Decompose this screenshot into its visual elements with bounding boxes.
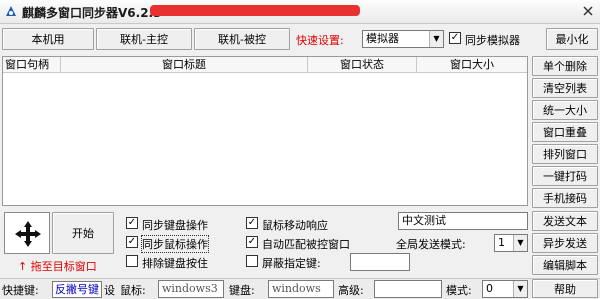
mouse-label: 鼠标: xyxy=(120,284,146,297)
keyboard-mode-field[interactable]: windows xyxy=(268,280,334,298)
sync-keyboard-checkbox[interactable]: ✓ xyxy=(126,217,138,229)
exclude-keys-label: 排除键盘按住 xyxy=(142,257,208,270)
column-header-handle[interactable]: 窗口句柄 xyxy=(3,57,61,73)
mode-select[interactable]: 模拟器 ▼ xyxy=(362,30,444,48)
tab-local[interactable]: 本机用 xyxy=(2,28,94,50)
mouse-move-checkbox[interactable]: ✓ xyxy=(246,217,258,229)
chevron-down-icon[interactable]: ▼ xyxy=(513,281,527,297)
window-title: 麒麟多窗口同步器V6.2.3- xyxy=(22,6,167,20)
one-click-captcha-button[interactable]: 一键打码 xyxy=(532,166,598,186)
mode-label: 模式: xyxy=(446,284,472,297)
tab-slave[interactable]: 联机-被控 xyxy=(194,28,290,50)
help-button[interactable]: 帮助 xyxy=(532,279,598,298)
sync-emulator-checkbox[interactable]: ✓ xyxy=(449,32,461,44)
start-button[interactable]: 开始 xyxy=(52,212,114,254)
drag-hint: ↑ 拖至目标窗口 xyxy=(18,260,97,273)
redacted-title-text xyxy=(150,5,360,16)
send-text-button[interactable]: 发送文本 xyxy=(532,211,598,231)
mode-select-value: 模拟器 xyxy=(366,32,399,45)
chevron-down-icon[interactable]: ▼ xyxy=(513,235,527,251)
hotkey-label: 快捷键: xyxy=(2,284,39,297)
tab-master[interactable]: 联机-主控 xyxy=(96,28,192,50)
advanced-label: 高级: xyxy=(338,284,364,297)
keyboard-mode-value: windows xyxy=(272,282,321,295)
sync-mouse-checkbox[interactable]: ✓ xyxy=(126,236,138,248)
title-bar: 麒麟多窗口同步器V6.2.3- xyxy=(0,0,600,24)
hotkey-set-label[interactable]: 设 xyxy=(104,282,115,298)
auto-match-label: 自动匹配被控窗口 xyxy=(262,238,350,251)
unify-size-button[interactable]: 统一大小 xyxy=(532,100,598,120)
sync-mouse-label: 同步鼠标操作 xyxy=(141,235,209,253)
global-send-mode-label: 全局发送模式: xyxy=(396,238,466,251)
crosshair-icon xyxy=(12,218,44,250)
overlap-windows-button[interactable]: 窗口重叠 xyxy=(532,122,598,142)
edit-script-button[interactable]: 编辑脚本 xyxy=(532,255,598,275)
drag-target-box[interactable] xyxy=(4,212,50,254)
clear-list-button[interactable]: 清空列表 xyxy=(532,78,598,98)
table-header: 窗口句柄 窗口标题 窗口状态 窗口大小 xyxy=(3,57,527,73)
mode-select-bottom[interactable]: 0 ▼ xyxy=(482,280,528,298)
text-send-value: 中文测试 xyxy=(402,214,446,227)
hotkey-value[interactable]: 反撇号键 xyxy=(52,281,102,298)
block-keys-checkbox[interactable] xyxy=(246,255,258,267)
block-keys-input[interactable] xyxy=(350,253,410,271)
text-send-input[interactable]: 中文测试 xyxy=(398,212,528,230)
table-body xyxy=(3,74,527,205)
keyboard-label: 键盘: xyxy=(229,284,255,297)
async-send-button[interactable]: 异步发送 xyxy=(532,233,598,253)
column-header-title[interactable]: 窗口标题 xyxy=(61,57,308,73)
column-header-size[interactable]: 窗口大小 xyxy=(417,57,527,73)
sync-keyboard-label: 同步键盘操作 xyxy=(142,219,208,232)
delete-single-button[interactable]: 单个删除 xyxy=(532,56,598,76)
chevron-down-icon[interactable]: ▼ xyxy=(429,31,443,47)
auto-match-checkbox[interactable]: ✓ xyxy=(246,236,258,248)
exclude-keys-checkbox[interactable] xyxy=(126,255,138,267)
sync-emulator-label: 同步模拟器 xyxy=(465,34,520,47)
minimize-button[interactable]: 最小化 xyxy=(546,28,598,50)
quick-settings-label: 快速设置: xyxy=(296,34,344,47)
block-keys-label: 屏蔽指定键: xyxy=(262,257,321,270)
mouse-mode-value: windows3 xyxy=(162,282,218,295)
phone-sms-button[interactable]: 手机接码 xyxy=(532,188,598,208)
advanced-field[interactable] xyxy=(374,280,442,298)
app-logo-icon xyxy=(4,4,18,18)
column-header-status[interactable]: 窗口状态 xyxy=(308,57,417,73)
mouse-mode-field[interactable]: windows3 xyxy=(158,280,224,298)
global-send-mode-select[interactable]: 1 ▼ xyxy=(494,234,528,252)
window-list-table[interactable]: 窗口句柄 窗口标题 窗口状态 窗口大小 xyxy=(2,56,528,206)
global-send-mode-value: 1 xyxy=(498,236,505,249)
mode-select-bottom-value: 0 xyxy=(486,282,493,295)
arrange-windows-button[interactable]: 排列窗口 xyxy=(532,144,598,164)
close-icon[interactable] xyxy=(580,3,596,19)
mouse-move-label: 鼠标移动响应 xyxy=(262,219,328,232)
